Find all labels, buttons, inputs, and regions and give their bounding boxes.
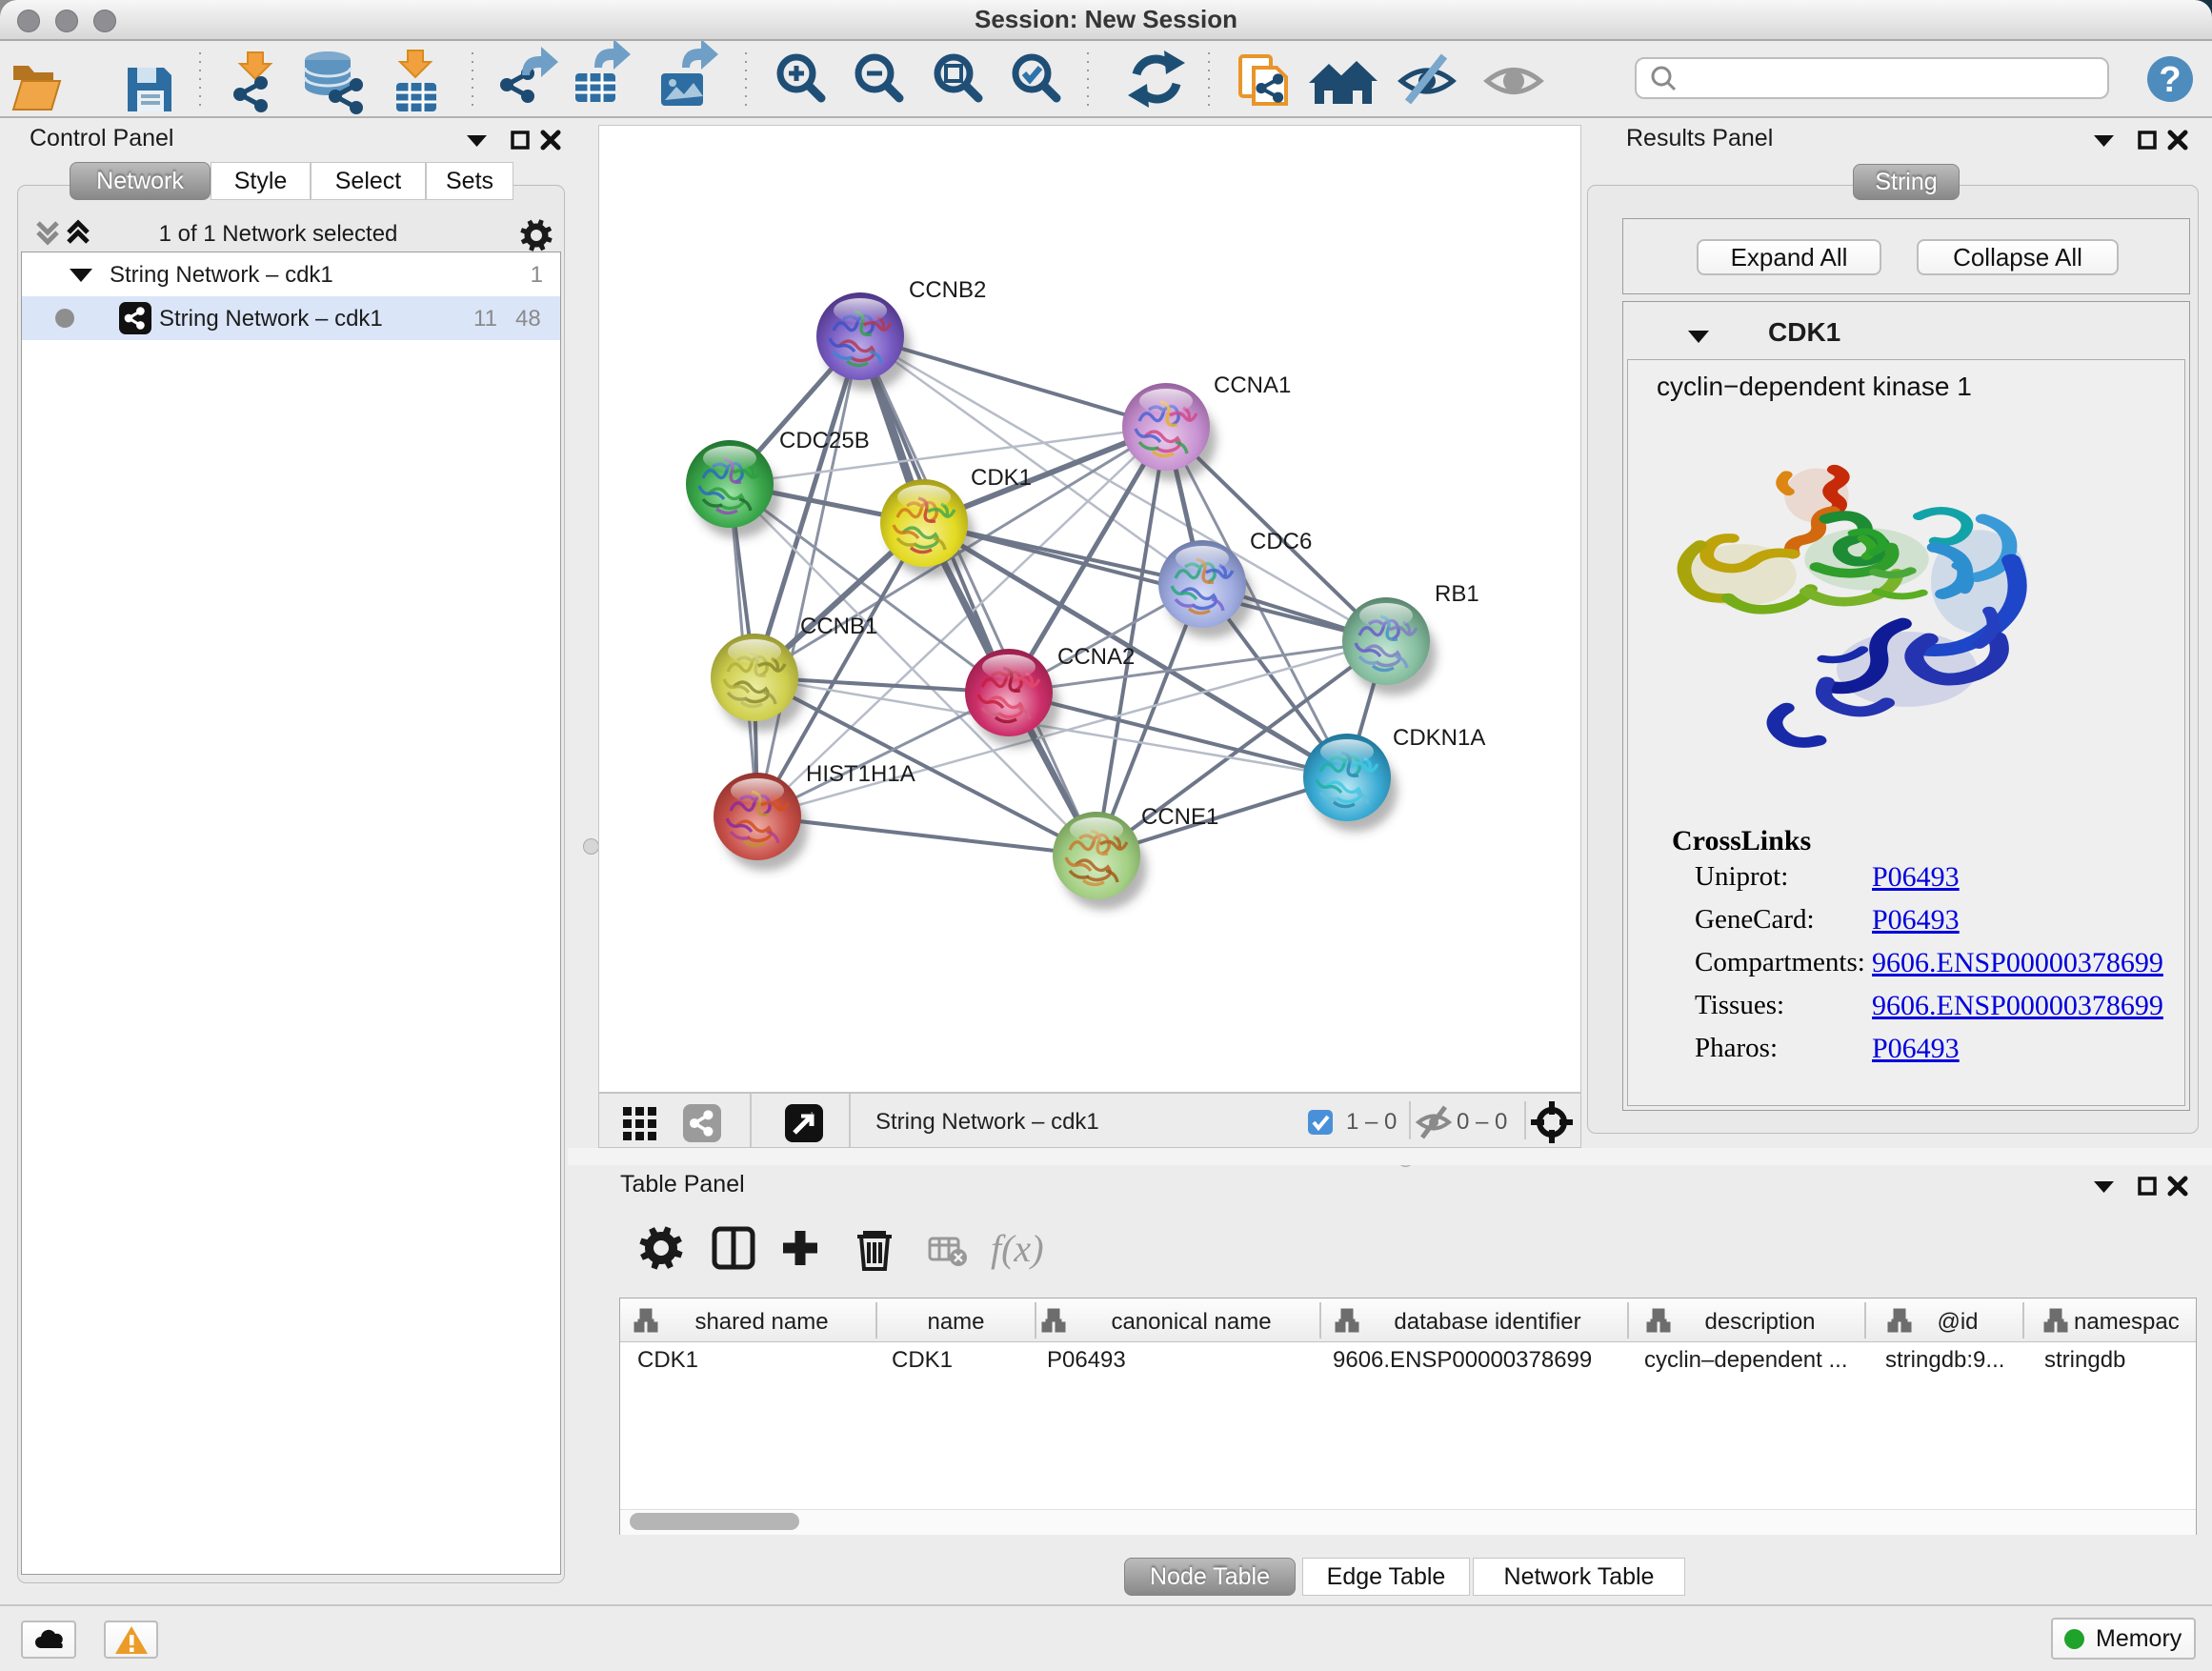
svg-text:0 – 0: 0 – 0	[1457, 1109, 1507, 1135]
svg-text:f(x): f(x)	[991, 1227, 1044, 1270]
svg-text:RB1: RB1	[1435, 581, 1479, 607]
svg-text:HIST1H1A: HIST1H1A	[806, 761, 915, 787]
svg-text:String Network – cdk1: String Network – cdk1	[875, 1109, 1099, 1135]
svg-text:canonical name: canonical name	[1111, 1309, 1271, 1335]
svg-text:CCNA2: CCNA2	[1057, 644, 1135, 670]
svg-text:database identifier: database identifier	[1394, 1309, 1580, 1335]
svg-text:CDC6: CDC6	[1250, 529, 1312, 554]
svg-text:shared name: shared name	[694, 1309, 828, 1335]
svg-text:CDKN1A: CDKN1A	[1393, 725, 1485, 751]
svg-text:CCNB2: CCNB2	[909, 277, 986, 303]
svg-text:CDK1: CDK1	[971, 465, 1032, 491]
svg-text:name: name	[927, 1309, 984, 1335]
svg-text:CCNB1: CCNB1	[800, 614, 877, 639]
svg-text:@id: @id	[1937, 1309, 1978, 1335]
svg-text:?: ?	[2159, 60, 2181, 100]
svg-text:CCNA1: CCNA1	[1214, 372, 1291, 398]
svg-text:1 – 0: 1 – 0	[1346, 1109, 1397, 1135]
svg-text:description: description	[1704, 1309, 1815, 1335]
svg-text:CCNE1: CCNE1	[1141, 804, 1218, 830]
svg-text:namespac: namespac	[2074, 1309, 2180, 1335]
svg-text:CDC25B: CDC25B	[779, 428, 870, 453]
